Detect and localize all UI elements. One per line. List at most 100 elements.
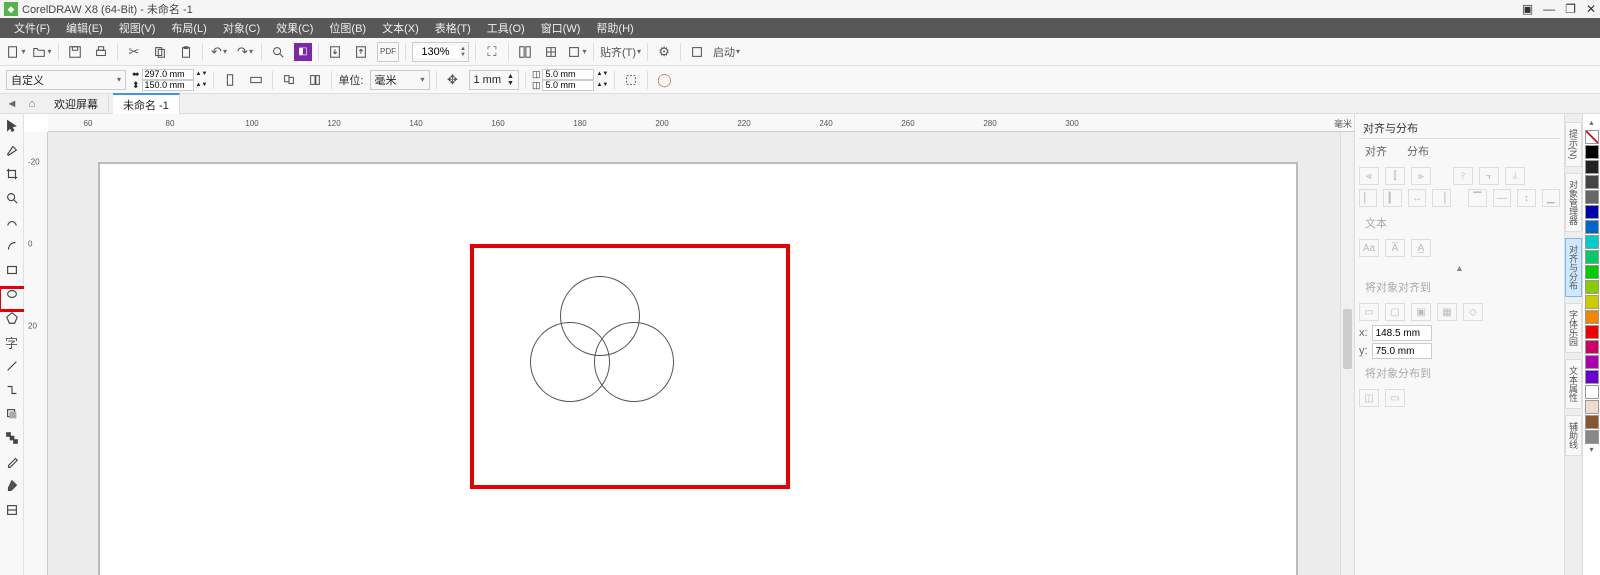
menu-effects[interactable]: 效果(C) bbox=[268, 20, 321, 36]
import-button[interactable] bbox=[325, 42, 345, 62]
drawing-canvas[interactable] bbox=[48, 132, 1354, 575]
color-swatch[interactable] bbox=[1585, 415, 1599, 429]
copy-button[interactable] bbox=[150, 42, 170, 62]
menu-tools[interactable]: 工具(O) bbox=[479, 20, 533, 36]
spread-selection-icon[interactable]: ◫ bbox=[1359, 389, 1379, 407]
target-pagecenter-icon[interactable]: ▣ bbox=[1411, 303, 1431, 321]
color-swatch[interactable] bbox=[1585, 160, 1599, 174]
color-swatch[interactable] bbox=[1585, 265, 1599, 279]
page-border-button[interactable]: ◯ bbox=[654, 70, 674, 90]
dist-hcenter-icon[interactable]: ▎ bbox=[1383, 189, 1401, 207]
paste-button[interactable] bbox=[176, 42, 196, 62]
current-page-button[interactable] bbox=[305, 70, 325, 90]
page-height-input[interactable] bbox=[142, 80, 194, 91]
nudge-input[interactable]: 1 mm ▲▼ bbox=[469, 70, 519, 90]
guides-toggle[interactable] bbox=[541, 42, 561, 62]
side-tab-font-playground[interactable]: 字体乐园 bbox=[1565, 303, 1582, 353]
vertical-scrollbar[interactable] bbox=[1340, 132, 1354, 575]
side-tab-text-props[interactable]: 文本属性 bbox=[1565, 359, 1582, 409]
color-swatch[interactable] bbox=[1585, 385, 1599, 399]
no-color-swatch[interactable] bbox=[1585, 130, 1599, 144]
color-swatch[interactable] bbox=[1585, 430, 1599, 444]
palette-up-icon[interactable]: ▴ bbox=[1589, 118, 1593, 130]
options-button[interactable]: ⚙ bbox=[654, 42, 674, 62]
search-button[interactable] bbox=[268, 42, 288, 62]
save-button[interactable] bbox=[65, 42, 85, 62]
align-y-input[interactable] bbox=[1372, 343, 1432, 359]
fullscreen-button[interactable]: ⛶ bbox=[482, 42, 502, 62]
transparency-tool[interactable] bbox=[2, 428, 22, 448]
color-swatch[interactable] bbox=[1585, 190, 1599, 204]
color-swatch[interactable] bbox=[1585, 310, 1599, 324]
spread-page-icon[interactable]: ▭ bbox=[1385, 389, 1405, 407]
color-swatch[interactable] bbox=[1585, 250, 1599, 264]
color-swatch[interactable] bbox=[1585, 205, 1599, 219]
menu-bitmap[interactable]: 位图(B) bbox=[321, 20, 374, 36]
parallel-dimension-tool[interactable] bbox=[2, 356, 22, 376]
open-button[interactable] bbox=[32, 42, 52, 62]
text-tool[interactable]: 字 bbox=[2, 332, 22, 352]
rectangle-tool[interactable] bbox=[2, 260, 22, 280]
dist-bottom-icon[interactable]: ▁ bbox=[1542, 189, 1560, 207]
shape-tool[interactable] bbox=[2, 140, 22, 160]
text-top-icon[interactable]: A̅ bbox=[1385, 239, 1405, 257]
ruler-horizontal[interactable]: 毫米 6080100120140160180200220240260280300 bbox=[48, 114, 1354, 132]
align-center-h-icon[interactable]: ⫿ bbox=[1385, 167, 1405, 185]
color-swatch[interactable] bbox=[1585, 295, 1599, 309]
text-bottom-icon[interactable]: A̲ bbox=[1411, 239, 1431, 257]
color-swatch[interactable] bbox=[1585, 220, 1599, 234]
dup-x-input[interactable] bbox=[542, 69, 594, 80]
menu-help[interactable]: 帮助(H) bbox=[588, 20, 641, 36]
print-button[interactable] bbox=[91, 42, 111, 62]
landscape-button[interactable] bbox=[246, 70, 266, 90]
launch-dropdown[interactable]: 启动 bbox=[713, 42, 740, 62]
artistic-media-tool[interactable] bbox=[2, 236, 22, 256]
align-top-icon[interactable]: ⫯ bbox=[1453, 167, 1473, 185]
menu-edit[interactable]: 编辑(E) bbox=[58, 20, 111, 36]
dist-spacing-h-icon[interactable]: ↔ bbox=[1408, 189, 1426, 207]
text-baseline-icon[interactable]: Aa bbox=[1359, 239, 1379, 257]
target-objects-icon[interactable]: ▭ bbox=[1359, 303, 1379, 321]
zoom-tool[interactable] bbox=[2, 188, 22, 208]
align-tab[interactable]: 对齐 bbox=[1365, 143, 1387, 159]
palette-down-icon[interactable]: ▾ bbox=[1589, 445, 1593, 454]
dup-y-input[interactable] bbox=[542, 80, 594, 91]
color-swatch[interactable] bbox=[1585, 370, 1599, 384]
dist-spacing-v-icon[interactable]: ↕ bbox=[1517, 189, 1535, 207]
collapse-icon[interactable]: ▲ bbox=[1359, 261, 1560, 275]
maximize-icon[interactable]: ❐ bbox=[1565, 2, 1576, 16]
align-right-icon[interactable]: ⫸ bbox=[1411, 167, 1431, 185]
align-left-icon[interactable]: ⫷ bbox=[1359, 167, 1379, 185]
zoom-input[interactable] bbox=[413, 46, 458, 58]
eyedropper-tool[interactable] bbox=[2, 452, 22, 472]
tab-document[interactable]: 未命名 -1 bbox=[113, 93, 180, 115]
color-swatch[interactable] bbox=[1585, 355, 1599, 369]
menu-object[interactable]: 对象(C) bbox=[215, 20, 268, 36]
side-tab-object-manager[interactable]: 对象管理器 bbox=[1565, 173, 1582, 232]
color-swatch[interactable] bbox=[1585, 280, 1599, 294]
color-swatch[interactable] bbox=[1585, 325, 1599, 339]
freehand-tool[interactable] bbox=[2, 212, 22, 232]
grid-toggle[interactable] bbox=[567, 42, 587, 62]
menu-table[interactable]: 表格(T) bbox=[427, 20, 479, 36]
align-x-input[interactable] bbox=[1372, 325, 1432, 341]
portrait-button[interactable] bbox=[220, 70, 240, 90]
pdf-button[interactable]: PDF bbox=[377, 42, 399, 62]
menu-file[interactable]: 文件(F) bbox=[6, 20, 58, 36]
menu-text[interactable]: 文本(X) bbox=[374, 20, 427, 36]
ruler-vertical[interactable]: -20020 bbox=[24, 132, 48, 575]
page-width-input[interactable] bbox=[142, 69, 194, 80]
dist-left-icon[interactable]: ▏ bbox=[1359, 189, 1377, 207]
target-point-icon[interactable]: ◇ bbox=[1463, 303, 1483, 321]
dist-vcenter-icon[interactable]: ― bbox=[1493, 189, 1511, 207]
new-doc-button[interactable] bbox=[6, 42, 26, 62]
menu-layout[interactable]: 布局(L) bbox=[163, 20, 214, 36]
minimize-icon[interactable]: — bbox=[1543, 2, 1555, 16]
side-tab-guidelines[interactable]: 辅助线 bbox=[1565, 415, 1582, 456]
launch-macro-icon[interactable] bbox=[687, 42, 707, 62]
distribute-tab[interactable]: 分布 bbox=[1407, 143, 1429, 159]
align-bottom-icon[interactable]: ⫰ bbox=[1505, 167, 1525, 185]
color-swatch[interactable] bbox=[1585, 340, 1599, 354]
tab-prev-icon[interactable]: ◄ bbox=[4, 98, 20, 110]
crop-tool[interactable] bbox=[2, 164, 22, 184]
